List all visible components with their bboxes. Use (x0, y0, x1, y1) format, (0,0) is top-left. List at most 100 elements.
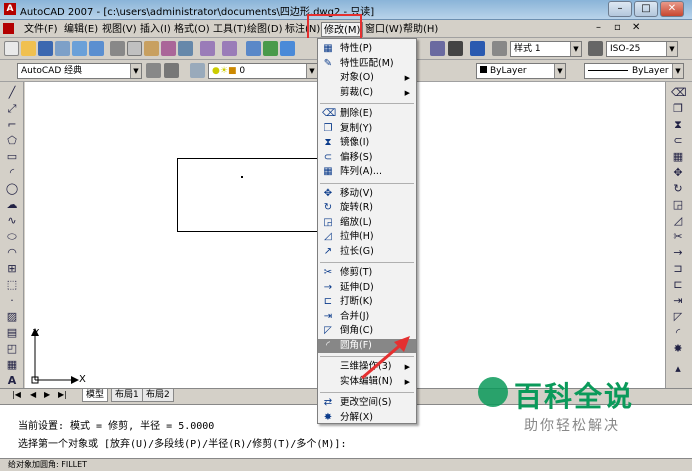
menu-item-4[interactable]: ⌫ 删除(E) (318, 107, 416, 121)
rectangle-icon[interactable]: ▭ (5, 150, 19, 164)
menu-item-2[interactable]: 对象(O) ▶ (318, 71, 416, 85)
polygon-icon[interactable]: ⬠ (5, 134, 19, 148)
ellipse-icon[interactable]: ⬭ (5, 230, 19, 244)
workspace-save-icon[interactable] (164, 63, 179, 78)
block-icon[interactable] (178, 41, 193, 56)
stretch-icon[interactable]: ◿ (671, 214, 685, 228)
menu-help[interactable]: 帮助(H) (401, 22, 440, 37)
make-block-icon[interactable]: ⬚ (5, 278, 19, 292)
calculator-icon[interactable] (430, 41, 445, 56)
revcloud-icon[interactable]: ☁ (5, 198, 19, 212)
tab-nav-last[interactable]: ▶| (58, 390, 67, 399)
mtext-icon[interactable]: A (5, 374, 19, 388)
menu-item-9[interactable]: ✥ 移动(V) (318, 187, 416, 201)
text-style-select[interactable]: 样式 1 ▼ (510, 41, 582, 57)
join-icon[interactable]: ⇥ (671, 294, 685, 308)
doc-close-button[interactable]: ✕ (632, 22, 640, 33)
zoom-window-icon[interactable] (280, 41, 295, 56)
break-icon[interactable]: ⊏ (671, 278, 685, 292)
spline-icon[interactable]: ∿ (5, 214, 19, 228)
chamfer-icon[interactable]: ◸ (671, 310, 685, 324)
menu-item-7[interactable]: ⊂ 偏移(S) (318, 151, 416, 165)
extend-icon[interactable]: → (671, 246, 685, 260)
menu-item-23[interactable]: ✸ 分解(X) (318, 411, 416, 425)
publish-icon[interactable] (89, 41, 104, 56)
copy-clip-icon[interactable] (127, 41, 142, 56)
circle-icon[interactable]: ◯ (5, 182, 19, 196)
layer-manager-icon[interactable] (190, 63, 205, 78)
redo-icon[interactable] (222, 41, 237, 56)
minimize-button[interactable]: – (608, 1, 632, 17)
construction-line-icon[interactable]: ⤢ (5, 102, 19, 116)
menu-item-12[interactable]: ◿ 拉伸(H) (318, 230, 416, 244)
paste-icon[interactable] (144, 41, 159, 56)
matchprop-icon[interactable] (161, 41, 176, 56)
offset-icon[interactable]: ⊂ (671, 134, 685, 148)
command-prompt-line[interactable]: 选择第一个对象或 [放弃(U)/多段线(P)/半径(R)/修剪(T)/多个(M)… (18, 435, 346, 450)
save-icon[interactable] (38, 41, 53, 56)
menu-item-1[interactable]: ✎ 特性匹配(M) (318, 57, 416, 71)
menu-item-14[interactable]: ✂ 修剪(T) (318, 266, 416, 280)
text-style-icon[interactable] (492, 41, 507, 56)
gradient-icon[interactable]: ▤ (5, 326, 19, 340)
open-icon[interactable] (21, 41, 36, 56)
doc-minimize-button[interactable]: – (596, 22, 601, 33)
dim-style-select[interactable]: ISO-25 ▼ (606, 41, 678, 57)
break-at-point-icon[interactable]: ⊐ (671, 262, 685, 276)
table-icon[interactable]: ▦ (5, 358, 19, 372)
preview-icon[interactable] (72, 41, 87, 56)
menu-item-6[interactable]: ⧗ 镜像(I) (318, 136, 416, 150)
zoom-realtime-icon[interactable] (263, 41, 278, 56)
color-select[interactable]: ByLayer ▼ (476, 63, 566, 79)
menu-format[interactable]: 格式(O) (172, 22, 212, 37)
move-icon[interactable]: ✥ (671, 166, 685, 180)
point-icon[interactable]: · (5, 294, 19, 308)
menu-item-10[interactable]: ↻ 旋转(R) (318, 201, 416, 215)
maximize-button[interactable]: □ (634, 1, 658, 17)
tab-nav-prev[interactable]: ◀ (30, 390, 36, 399)
ellipse-arc-icon[interactable]: ◠ (5, 246, 19, 260)
scale-icon[interactable]: ◲ (671, 198, 685, 212)
copy-icon[interactable]: ❐ (671, 102, 685, 116)
tab-model[interactable]: 模型 (82, 389, 109, 402)
trim-icon[interactable]: ✂ (671, 230, 685, 244)
linetype-select[interactable]: ByLayer ▼ (584, 63, 684, 79)
explode-icon[interactable]: ✸ (671, 342, 685, 356)
polyline-icon[interactable]: ⌐ (5, 118, 19, 132)
layer-select[interactable]: ●☀■ 0 ▼ (208, 63, 318, 79)
workspace-select[interactable]: AutoCAD 经典 ▼ (17, 63, 142, 79)
pan-icon[interactable] (246, 41, 261, 56)
mirror-icon[interactable]: ⧗ (671, 118, 685, 132)
cut-icon[interactable] (110, 41, 125, 56)
plot-icon[interactable] (55, 41, 70, 56)
menu-item-0[interactable]: ▦ 特性(P) (318, 42, 416, 56)
close-button[interactable]: ✕ (660, 1, 684, 17)
menu-item-8[interactable]: ▦ 阵列(A)... (318, 165, 416, 179)
menu-draw[interactable]: 绘图(D) (245, 22, 285, 37)
menu-view[interactable]: 视图(V) (100, 22, 139, 37)
tab-nav-first[interactable]: |◀ (12, 390, 21, 399)
region-icon[interactable]: ◰ (5, 342, 19, 356)
erase-icon[interactable]: ⌫ (671, 86, 687, 100)
line-icon[interactable]: ╱ (5, 86, 19, 100)
tab-layout2[interactable]: 布局2 (142, 389, 174, 402)
scroll-up-icon[interactable]: ▴ (671, 362, 685, 376)
workspace-settings-icon[interactable] (146, 63, 161, 78)
doc-restore-button[interactable]: ▫ (614, 22, 621, 33)
menu-file[interactable]: 文件(F) (22, 22, 60, 37)
hatch-icon[interactable]: ▨ (5, 310, 19, 324)
menu-item-5[interactable]: ❐ 复制(Y) (318, 122, 416, 136)
undo-icon[interactable] (200, 41, 215, 56)
menu-item-11[interactable]: ◲ 缩放(L) (318, 216, 416, 230)
insert-block-icon[interactable]: ⊞ (5, 262, 19, 276)
menu-item-3[interactable]: 剪裁(C) ▶ (318, 86, 416, 100)
dim-style-icon[interactable] (588, 41, 603, 56)
arc-icon[interactable]: ◜ (5, 166, 19, 180)
menu-edit[interactable]: 编辑(E) (62, 22, 100, 37)
rotate-icon[interactable]: ↻ (671, 182, 685, 196)
tab-nav-next[interactable]: ▶ (44, 390, 50, 399)
menu-item-13[interactable]: ↗ 拉长(G) (318, 245, 416, 259)
fillet-icon[interactable]: ◜ (671, 326, 685, 340)
menu-tools[interactable]: 工具(T) (211, 22, 249, 37)
menu-item-16[interactable]: ⊏ 打断(K) (318, 295, 416, 309)
